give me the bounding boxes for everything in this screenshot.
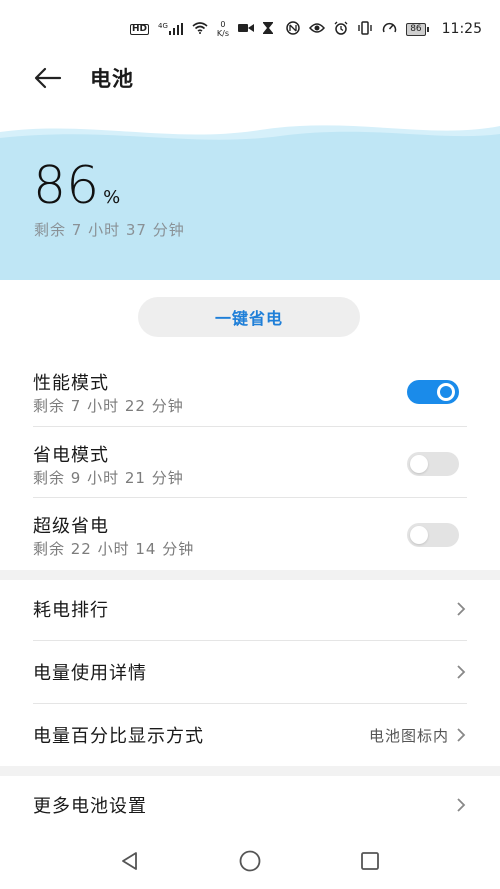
menu-value: 电池图标内 bbox=[368, 726, 449, 745]
battery-percent-value: 86 bbox=[33, 156, 100, 216]
speedometer-icon bbox=[382, 21, 397, 37]
hourglass-icon bbox=[263, 22, 274, 36]
eye-icon bbox=[309, 22, 326, 36]
nfc-icon bbox=[286, 21, 300, 37]
one-key-save-button[interactable]: 一键省电 bbox=[138, 297, 360, 337]
mode-remaining: 剩余 22 小时 14 分钟 bbox=[33, 540, 195, 558]
menu-item-consumption-ranking[interactable]: 耗电排行 bbox=[33, 578, 467, 640]
chevron-right-icon bbox=[455, 727, 467, 743]
battery-percent: 86 % bbox=[33, 158, 120, 214]
menu-label: 电量使用详情 bbox=[33, 663, 147, 684]
video-camera-icon bbox=[238, 23, 255, 35]
status-bar: HD 4G 0 K/s 86 11:25 bbox=[0, 0, 500, 58]
net-speed-unit: K/s bbox=[216, 29, 230, 38]
network-type: 4G bbox=[158, 22, 168, 30]
hd-icon: HD bbox=[130, 23, 150, 35]
mode-row-performance[interactable]: 性能模式 剩余 7 小时 22 分钟 bbox=[33, 355, 467, 426]
net-speed-value: 0 bbox=[220, 20, 226, 29]
chevron-right-icon bbox=[455, 601, 467, 617]
alarm-icon bbox=[334, 21, 348, 37]
power-saving-mode-toggle[interactable] bbox=[407, 452, 459, 476]
mode-row-ultra-saving[interactable]: 超级省电 剩余 22 小时 14 分钟 bbox=[33, 498, 467, 569]
battery-icon: 86 bbox=[406, 22, 429, 36]
ultra-saving-mode-toggle[interactable] bbox=[407, 523, 459, 547]
vibrate-icon bbox=[357, 21, 373, 37]
mode-title: 性能模式 bbox=[33, 373, 109, 394]
performance-mode-toggle[interactable] bbox=[407, 380, 459, 404]
nav-back-icon[interactable] bbox=[119, 850, 141, 876]
status-left: HD 4G 0 K/s bbox=[130, 20, 274, 38]
net-speed: 0 K/s bbox=[217, 20, 229, 38]
menu-label: 电量百分比显示方式 bbox=[33, 726, 204, 747]
nav-home-icon[interactable] bbox=[238, 849, 262, 877]
chevron-right-icon bbox=[455, 797, 467, 813]
signal-icon: 4G bbox=[158, 23, 183, 35]
navigation-bar bbox=[0, 837, 500, 889]
menu-item-usage-details[interactable]: 电量使用详情 bbox=[33, 641, 467, 703]
menu-label: 耗电排行 bbox=[33, 600, 109, 621]
mode-title: 省电模式 bbox=[33, 445, 109, 466]
battery-percent-sign: % bbox=[103, 187, 121, 208]
back-arrow-icon[interactable] bbox=[34, 66, 64, 90]
mode-remaining: 剩余 7 小时 22 分钟 bbox=[33, 397, 184, 415]
mode-title: 超级省电 bbox=[33, 516, 109, 537]
menu-item-more-settings[interactable]: 更多电池设置 bbox=[33, 774, 467, 836]
wifi-icon bbox=[192, 22, 208, 36]
status-time: 11:25 bbox=[441, 21, 482, 37]
chevron-right-icon bbox=[455, 664, 467, 680]
title-bar: 电池 bbox=[0, 58, 500, 98]
status-right: 86 11:25 bbox=[286, 21, 482, 37]
page-title: 电池 bbox=[90, 67, 134, 91]
battery-hero: 86 % 剩余 7 小时 37 分钟 bbox=[0, 118, 500, 280]
nav-recents-icon[interactable] bbox=[359, 850, 381, 876]
menu-item-percentage-display[interactable]: 电量百分比显示方式 电池图标内 bbox=[33, 704, 467, 766]
mode-remaining: 剩余 9 小时 21 分钟 bbox=[33, 469, 184, 487]
battery-remaining-time: 剩余 7 小时 37 分钟 bbox=[34, 221, 185, 239]
battery-level: 86 bbox=[406, 22, 426, 36]
mode-row-power-saving[interactable]: 省电模式 剩余 9 小时 21 分钟 bbox=[33, 427, 467, 498]
menu-label: 更多电池设置 bbox=[33, 796, 147, 817]
